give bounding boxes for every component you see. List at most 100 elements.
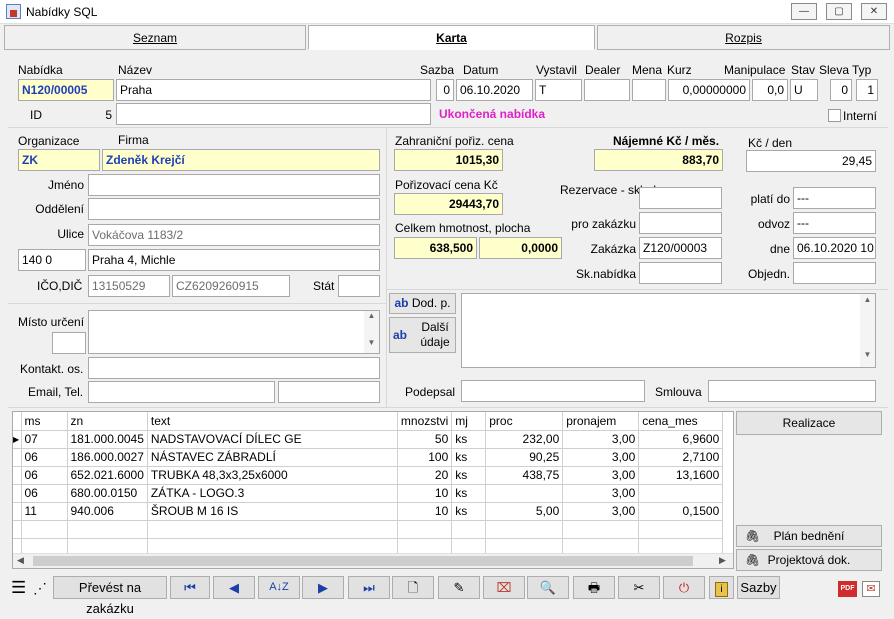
table-cell[interactable]: 3,00 — [562, 466, 640, 485]
print-icon[interactable]: 🖶 — [573, 576, 615, 599]
table-cell[interactable]: ks — [451, 448, 487, 467]
nazev-field[interactable]: Praha — [116, 79, 431, 101]
id-note-field[interactable] — [116, 103, 431, 125]
poriz-field[interactable]: 29443,70 — [394, 193, 503, 215]
dalsi-udaje-button[interactable]: ab Další údaje — [389, 317, 456, 353]
column-header[interactable]: ms — [21, 412, 68, 431]
jmeno-field[interactable] — [88, 174, 380, 196]
manipulace-field[interactable]: 0,0 — [752, 79, 788, 101]
kontakt-field[interactable] — [88, 357, 380, 379]
plan-bedneni-button[interactable]: 🖇 Plán bednění — [736, 525, 882, 547]
table-row[interactable]: 06 652.021.6000 TRUBKA 48,3x3,25x6000 20 ks 4… — [13, 466, 724, 485]
ico-field[interactable]: 13150529 — [88, 275, 170, 297]
table-cell[interactable]: 3,00 — [562, 430, 640, 449]
kurz-field[interactable]: 0,00000000 — [668, 79, 750, 101]
table-cell[interactable]: 3,00 — [562, 484, 640, 503]
delete-icon[interactable]: ⌧ — [483, 576, 525, 599]
table-cell[interactable]: 20 — [397, 466, 453, 485]
table-cell[interactable]: 186.000.0027 — [67, 448, 148, 467]
misto-scrollbar[interactable]: ▲ ▼ — [364, 311, 379, 353]
psc-field[interactable]: 140 0 — [18, 249, 86, 271]
sort-az-icon[interactable]: A↓Z — [258, 576, 300, 599]
mail-icon[interactable]: ✉ — [862, 581, 880, 597]
column-header[interactable]: zn — [67, 412, 148, 431]
table-cell[interactable]: 13,1600 — [638, 466, 724, 485]
new-document-icon[interactable]: 🗋 — [392, 576, 434, 599]
column-header[interactable]: mnozstvi — [397, 412, 453, 431]
table-cell[interactable]: 3,00 — [562, 448, 640, 467]
dod-p-button[interactable]: ab Dod. p. — [389, 293, 456, 314]
table-cell[interactable]: 6,9600 — [638, 430, 724, 449]
table-cell[interactable]: 11 — [21, 502, 68, 521]
mesto-field[interactable]: Praha 4, Michle — [88, 249, 380, 271]
table-cell[interactable]: 2,7100 — [638, 448, 724, 467]
projektova-dok-button[interactable]: 🖇 Projektová dok. — [736, 549, 882, 571]
interni-checkbox[interactable] — [828, 109, 841, 122]
scroll-left-icon[interactable]: ◀ — [17, 555, 24, 566]
table-cell[interactable] — [638, 484, 724, 503]
odvoz-field[interactable]: --- — [793, 212, 876, 234]
vystavil-field[interactable]: T — [535, 79, 582, 101]
scrollbar-thumb[interactable] — [33, 556, 693, 566]
hmotnost-field[interactable]: 638,500 — [394, 237, 477, 259]
rezervace-field[interactable] — [639, 187, 722, 209]
zakazka-field[interactable]: Z120/00003 — [639, 237, 722, 259]
table-cell[interactable]: 06 — [21, 484, 68, 503]
tab-seznam[interactable]: Seznam — [4, 25, 306, 50]
table-cell[interactable]: 680.00.0150 — [67, 484, 148, 503]
table-cell[interactable]: 0,1500 — [638, 502, 724, 521]
najem-field[interactable]: 883,70 — [594, 149, 723, 171]
plocha-field[interactable]: 0,0000 — [479, 237, 562, 259]
table-cell[interactable]: ks — [451, 466, 487, 485]
mena-field[interactable] — [632, 79, 666, 101]
table-cell[interactable]: ZÁTKA - LOGO.3 — [147, 484, 398, 503]
last-record-icon[interactable]: ⏭ — [348, 576, 390, 599]
smlouva-field[interactable] — [708, 380, 876, 402]
objedn-field[interactable] — [793, 262, 876, 284]
organizace-field[interactable]: ZK — [18, 149, 100, 171]
scroll-right-icon[interactable]: ▶ — [719, 555, 726, 566]
table-cell[interactable]: NÁSTAVEC ZÁBRADLÍ — [147, 448, 398, 467]
table-cell[interactable]: 50 — [397, 430, 453, 449]
table-cell[interactable]: ks — [451, 502, 487, 521]
table-row[interactable]: 11 940.006 ŠROUB M 16 IS 10 ks 5,00 3,00 0,1500 — [13, 502, 724, 521]
table-cell[interactable]: 07 — [21, 430, 68, 449]
kcden-field[interactable]: 29,45 — [746, 150, 876, 172]
minimize-button[interactable]: — — [791, 3, 817, 20]
prev-record-icon[interactable]: ◀ — [213, 576, 255, 599]
table-cell[interactable]: 90,25 — [485, 448, 564, 467]
table-cell[interactable]: NADSTAVOVACÍ DÍLEC GE — [147, 430, 398, 449]
power-icon[interactable]: ⏻ — [663, 576, 705, 599]
table-cell[interactable]: 10 — [397, 502, 453, 521]
column-header[interactable]: proc — [485, 412, 564, 431]
column-header[interactable]: mj — [451, 412, 487, 431]
table-cell[interactable]: 06 — [21, 466, 68, 485]
table-cell[interactable]: 181.000.0045 — [67, 430, 148, 449]
table-row[interactable]: ▶ 07 181.000.0045 NADSTAVOVACÍ DÍLEC GE 50 ks… — [13, 430, 724, 449]
column-header[interactable]: pronajem — [562, 412, 640, 431]
table-cell[interactable]: ks — [451, 484, 487, 503]
prevest-button[interactable]: Převést na zakázku — [53, 576, 167, 616]
notes-scrollbar[interactable]: ▲ ▼ — [860, 294, 875, 367]
prozak-field[interactable] — [639, 212, 722, 234]
menu-icon[interactable]: ☰ — [11, 579, 26, 596]
sazba-field[interactable]: 0 — [436, 79, 454, 101]
table-cell[interactable]: 232,00 — [485, 430, 564, 449]
tab-karta[interactable]: Karta — [308, 25, 595, 50]
close-button[interactable]: ✕ — [861, 3, 887, 20]
grid-scrollbar[interactable]: ◀ ▶ — [13, 553, 733, 568]
table-cell[interactable]: TRUBKA 48,3x3,25x6000 — [147, 466, 398, 485]
table-cell[interactable]: 10 — [397, 484, 453, 503]
table-cell[interactable]: 06 — [21, 448, 68, 467]
sleva-field[interactable]: 0 — [830, 79, 852, 101]
platido-field[interactable]: --- — [793, 187, 876, 209]
tel-field[interactable] — [278, 381, 380, 403]
misto-textarea[interactable] — [88, 310, 380, 354]
maximize-button[interactable]: ▢ — [826, 3, 852, 20]
email-field[interactable] — [88, 381, 275, 403]
sazby-button[interactable]: Sazby — [737, 576, 780, 599]
dne-field[interactable]: 06.10.2020 10 — [793, 237, 876, 259]
table-row[interactable]: 06 186.000.0027 NÁSTAVEC ZÁBRADLÍ 100 ks 90,2… — [13, 448, 724, 467]
column-header[interactable]: text — [147, 412, 398, 431]
table-cell[interactable]: 3,00 — [562, 502, 640, 521]
